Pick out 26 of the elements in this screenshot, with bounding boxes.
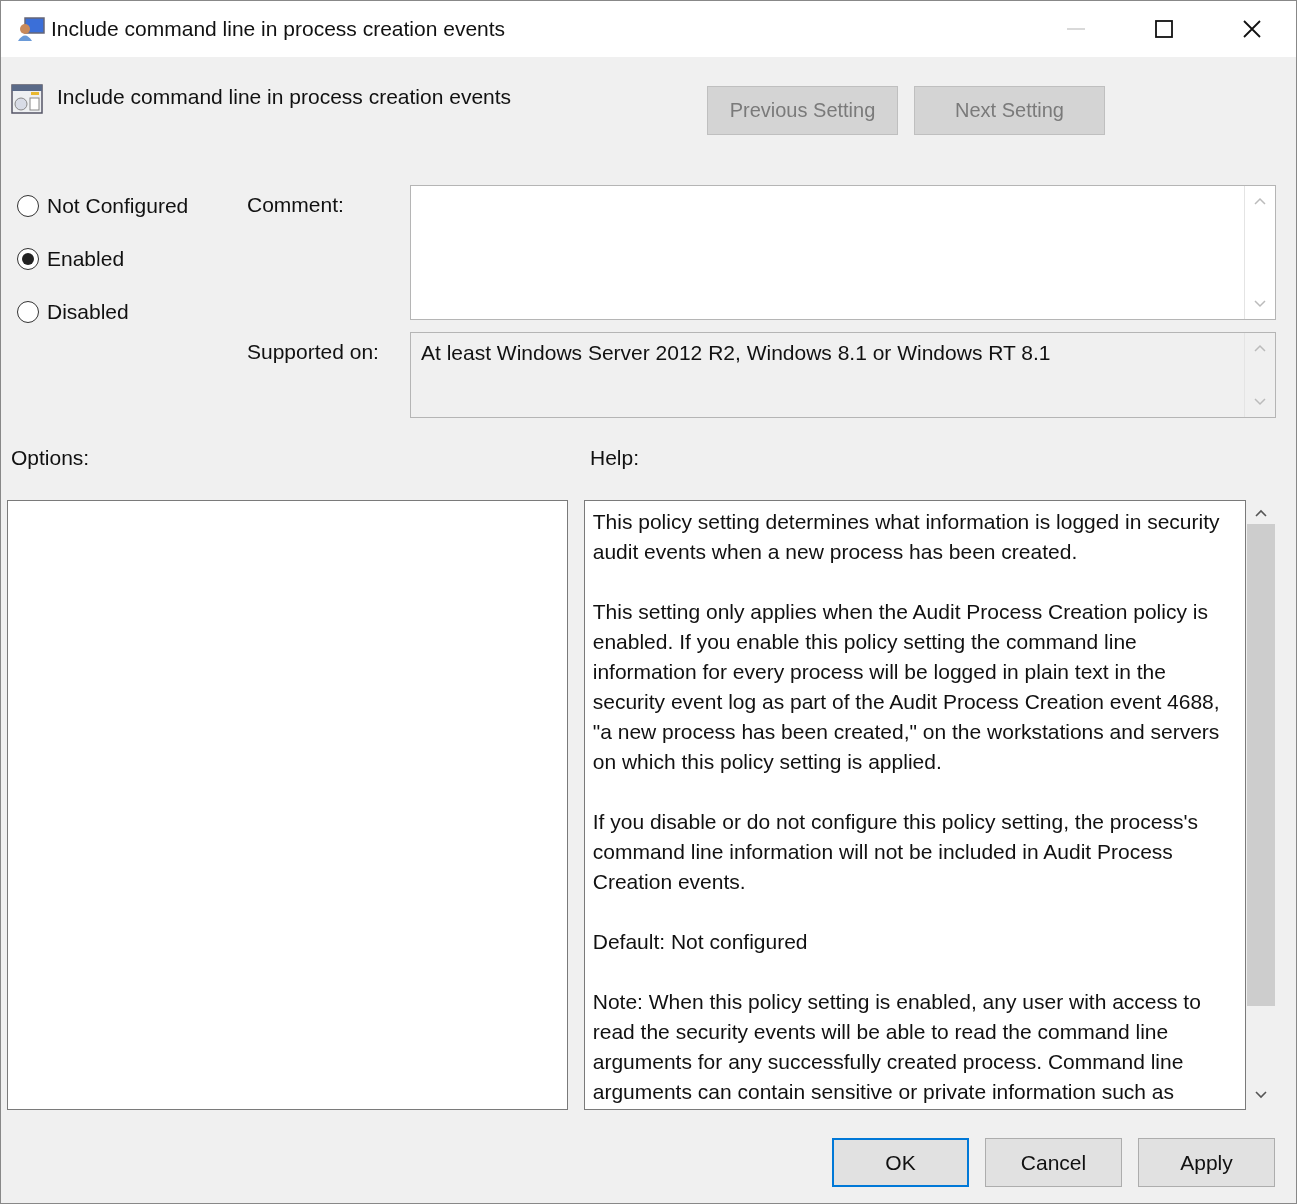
scroll-up-icon[interactable] [1254, 508, 1269, 518]
maximize-icon [1154, 19, 1174, 39]
radio-option[interactable]: Disabled [17, 296, 247, 327]
supported-on-field: At least Windows Server 2012 R2, Windows 8.1 or Windows RT 8.1 [410, 332, 1276, 418]
scroll-down-icon[interactable] [1254, 1090, 1269, 1100]
supported-on-label: Supported on: [247, 339, 380, 365]
scrollbar-thumb[interactable] [1247, 524, 1276, 1006]
minimize-icon [1067, 28, 1085, 30]
options-label: Options: [10, 446, 91, 470]
dialog-button[interactable]: OK [832, 1138, 969, 1187]
policy-settings-icon [11, 83, 43, 115]
window-title: Include command line in process creation events [51, 17, 506, 41]
help-paragraph: Default: Not configured [592, 929, 809, 955]
comment-label: Comment: [247, 192, 345, 218]
dialog-button[interactable]: Apply [1138, 1138, 1275, 1187]
help-paragraph: This setting only applies when the Audit Process Creation policy is enabled. If you enable this policy setting the command line information for every process will be logged in plain text in the security event log as part of the Audit Process Creation event 4688, "a new process has been created," on the workstations and servers on which this policy setting is applied. [592, 599, 1221, 775]
policy-heading: Include command line in process creation events [57, 85, 513, 109]
help-paragraph: Note: When this policy setting is enabled, any user with access to read the security events will be able to read the command line arguments for any successfully created process. Command line arguments can contain sensitive or private information such as [592, 989, 1202, 1105]
radio-option[interactable]: Not Configured [17, 190, 247, 221]
close-icon [1242, 19, 1262, 39]
radio-option[interactable]: Enabled [17, 243, 247, 274]
help-paragraph: This policy setting determines what information is logged in security audit events when a new process has been created. [592, 509, 1221, 565]
help-label: Help: [590, 446, 640, 470]
computer-user-icon [17, 16, 45, 42]
help-paragraph: If you disable or do not configure this policy setting, the process's command line information will not be included in Audit Process Creation events. [592, 809, 1199, 895]
dialog-button[interactable]: Cancel [985, 1138, 1122, 1187]
